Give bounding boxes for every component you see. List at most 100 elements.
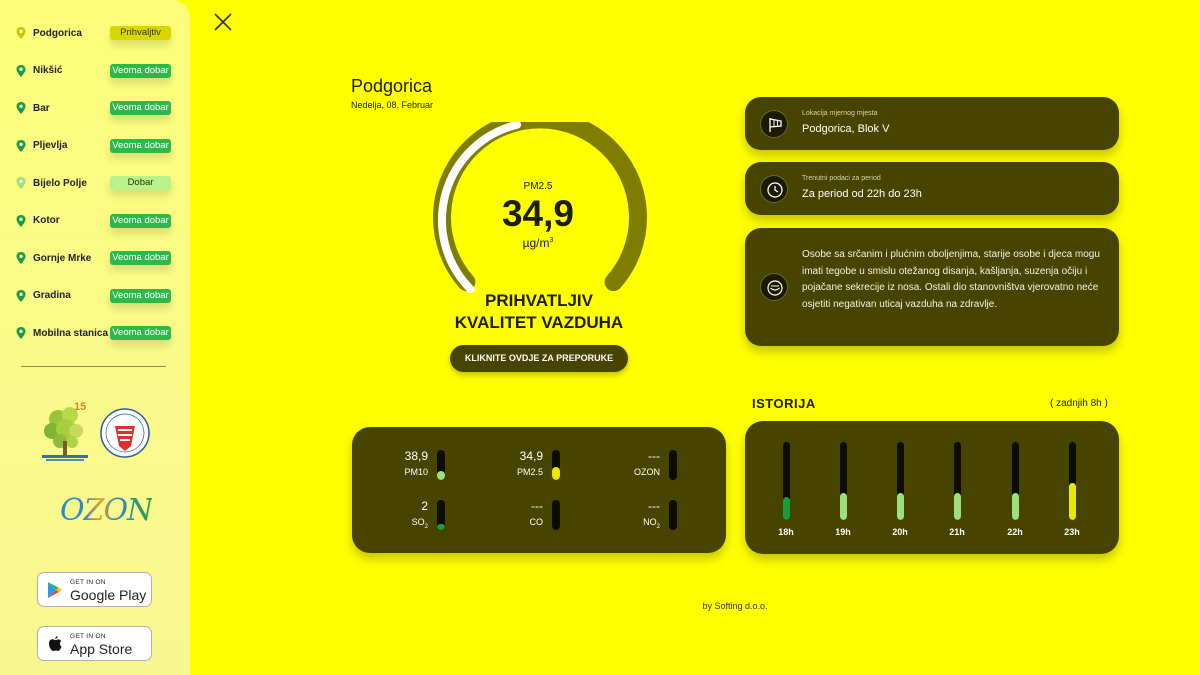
pollutant-name-text: CO xyxy=(529,517,544,527)
sidebar-item-city[interactable]: Pljevlja Veoma dobar xyxy=(0,131,190,161)
sidebar-item-city[interactable]: Mobilna stanica Veoma dobar xyxy=(0,318,190,348)
history-hour-label: 21h xyxy=(949,527,965,537)
close-icon[interactable] xyxy=(212,11,234,33)
pollutant-name: NO2 xyxy=(600,517,660,530)
pollutant-level-bar xyxy=(437,450,445,480)
sidebar-item-city[interactable]: Gradina Veoma dobar xyxy=(0,281,190,311)
history-bar-fill xyxy=(1011,492,1019,520)
ozon-logo-text: OZON xyxy=(60,493,153,528)
date-label: Nedelja, 08. Februar xyxy=(351,100,434,110)
period-label: Trenutni podaci za period xyxy=(802,175,881,182)
period-value: Za period od 22h do 23h xyxy=(802,188,922,200)
sidebar: Podgorica Prihvaljtiv Nikšić Veoma dobar Bar… xyxy=(0,0,190,675)
sidebar-item-label: Gradina xyxy=(33,290,71,301)
pm-value: 34,9 xyxy=(501,193,574,234)
windsock-icon xyxy=(760,110,788,138)
location-pin-icon xyxy=(16,327,26,339)
history-bar xyxy=(1068,442,1076,520)
quality-line-2: KVALITET VAZDUHA xyxy=(454,313,624,332)
quality-line-1: PRIHVATLJIV xyxy=(485,291,593,310)
history-bar xyxy=(782,442,790,520)
sidebar-item-city[interactable]: Bar Veoma dobar xyxy=(0,93,190,123)
location-pin-icon xyxy=(16,139,26,152)
sidebar-item-city[interactable]: Kotor Veoma dobar xyxy=(0,206,190,236)
pollutant-level-bar xyxy=(552,450,560,480)
location-value: Podgorica, Blok V xyxy=(802,123,890,135)
sidebar-item-city[interactable]: Nikšić Veoma dobar xyxy=(0,56,190,86)
pm-unit-exponent: 3 xyxy=(549,237,554,244)
location-card: Lokacija mjernog mjesta Podgorica, Blok … xyxy=(745,97,1119,150)
recommendations-button[interactable]: KLIKNITE OVDJE ZA PREPORUKE xyxy=(450,345,628,372)
sidebar-item-label: Gornje Mrke xyxy=(33,252,92,264)
pollutant-name: PM10 xyxy=(368,467,428,477)
google-play-big-text: Google Play xyxy=(70,587,147,603)
status-badge: Veoma dobar xyxy=(110,326,171,340)
sidebar-item-label: Nikšić xyxy=(33,65,63,76)
pm-label: PM2.5 xyxy=(523,181,553,192)
status-badge: Veoma dobar xyxy=(110,138,171,153)
apple-icon xyxy=(49,636,62,651)
pollutant-name-text: NO xyxy=(643,517,657,527)
status-badge: Veoma dobar xyxy=(110,251,171,265)
period-card: Trenutni podaci za period Za period od 2… xyxy=(745,162,1119,215)
advice-text: Osobe sa srčanim i plućnim oboljenjima, … xyxy=(802,249,1100,310)
quality-text: PRIHVATLJIV KVALITET VAZDUHA xyxy=(420,290,658,334)
sidebar-item-label: Pljevlja xyxy=(33,140,68,151)
history-title: ISTORIJA xyxy=(752,396,816,411)
location-pin-icon xyxy=(16,252,26,264)
pollutants-panel xyxy=(352,427,726,553)
location-pin-icon xyxy=(16,102,26,114)
app-store-big-text: App Store xyxy=(70,641,133,657)
footer-credit: by Softing d.o.o. xyxy=(702,601,768,611)
history-subtitle: ( zadnjih 8h ) xyxy=(1050,398,1108,409)
status-badge: Veoma dobar xyxy=(110,288,171,303)
google-play-icon xyxy=(48,582,62,598)
app-store-small-text: GET IN ON xyxy=(70,633,106,640)
history-bar xyxy=(896,442,904,520)
app-store-button[interactable]: GET IN ON App Store xyxy=(37,626,152,661)
google-play-button[interactable]: GET IN ON Google Play xyxy=(37,572,152,607)
sidebar-item-city[interactable]: Gornje Mrke Veoma dobar xyxy=(0,243,190,273)
status-badge: Veoma dobar xyxy=(110,101,171,115)
history-bar xyxy=(839,442,847,520)
history-hour-label: 19h xyxy=(835,527,851,537)
sidebar-item-label: Bijelo Polje xyxy=(33,177,87,189)
pollutant-value: 2 xyxy=(421,499,428,513)
location-label: Lokacija mjernog mjesta xyxy=(802,110,878,117)
sidebar-item-label: Mobilna stanica xyxy=(33,327,109,339)
pollutant-level-bar xyxy=(437,500,445,530)
clock-icon xyxy=(760,175,788,203)
pollutant-value: --- xyxy=(648,499,660,513)
pollutant-value: 34,9 xyxy=(519,449,543,463)
page-title: Podgorica xyxy=(351,76,433,96)
status-badge: Dobar xyxy=(110,176,171,190)
history-bar-fill xyxy=(896,492,904,520)
seal-logo-icon xyxy=(100,408,150,458)
pollutant-name-text: OZON xyxy=(634,467,660,477)
location-pin-icon xyxy=(16,64,26,77)
sidebar-divider xyxy=(21,366,166,367)
pm-unit: µg/m3 xyxy=(488,236,588,250)
google-play-small-text: GET IN ON xyxy=(70,579,106,586)
history-bar-fill xyxy=(953,492,961,520)
pollutant-name-text: SO xyxy=(411,517,425,527)
pollutant-name: SO2 xyxy=(368,517,428,530)
pm-unit-text: µg/m xyxy=(522,236,550,250)
sidebar-item-label: Podgorica xyxy=(33,27,82,39)
pollutant-level-fill xyxy=(437,524,445,530)
pollutant-level-bar xyxy=(552,500,560,530)
history-bar xyxy=(953,442,961,520)
history-hour-label: 20h xyxy=(892,527,908,537)
pollutant-value: --- xyxy=(648,449,660,463)
sidebar-item-label: Bar xyxy=(33,102,50,114)
pollutant-level-bar xyxy=(669,450,677,480)
sidebar-item-city[interactable]: Podgorica Prihvaljtiv xyxy=(0,18,190,48)
pollutant-name-subscript: 2 xyxy=(424,523,428,530)
history-bar-fill xyxy=(839,492,847,520)
sidebar-item-label: Kotor xyxy=(33,215,60,226)
sidebar-item-city[interactable]: Bijelo Polje Dobar xyxy=(0,168,190,198)
status-badge: Veoma dobar xyxy=(110,63,171,78)
pollutant-level-bar xyxy=(669,500,677,530)
history-hour-label: 22h xyxy=(1007,527,1023,537)
history-bar xyxy=(1011,442,1019,520)
